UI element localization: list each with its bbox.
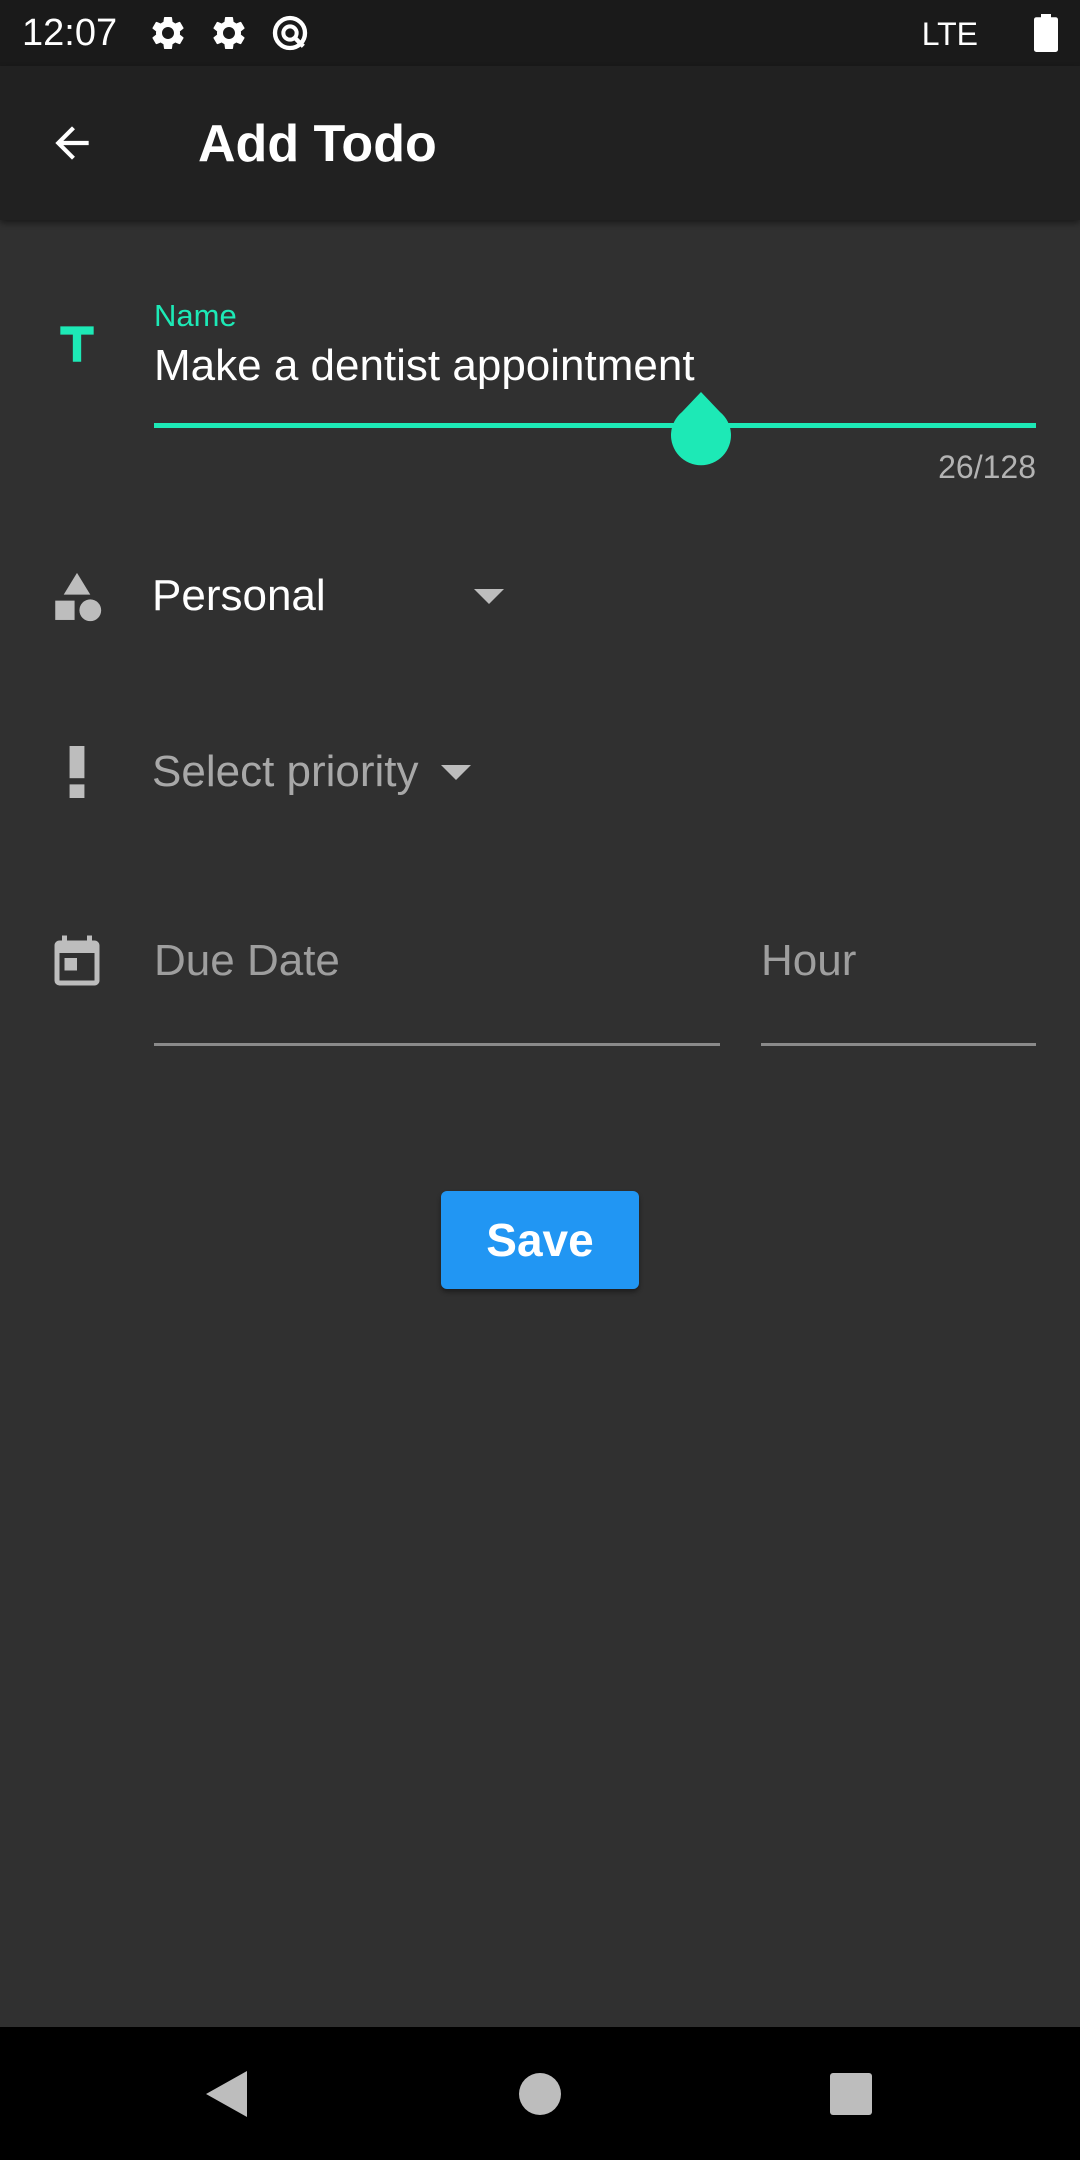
name-input[interactable]: Make a dentist appointment <box>154 340 695 392</box>
category-shapes-icon <box>44 564 110 630</box>
name-field-underline <box>154 423 1036 428</box>
category-dropdown[interactable]: Personal <box>152 570 504 622</box>
back-triangle-icon <box>206 2071 247 2117</box>
calendar-icon <box>44 930 110 996</box>
hour-placeholder: Hour <box>761 936 857 985</box>
recents-square-icon <box>830 2073 872 2115</box>
chevron-down-icon <box>440 764 471 780</box>
home-circle-icon <box>519 2073 561 2115</box>
nav-back-button[interactable] <box>183 2051 269 2137</box>
category-selected-value: Personal <box>152 571 326 620</box>
due-date-field[interactable]: Due Date <box>154 930 720 1046</box>
system-navigation-bar <box>0 2027 1080 2160</box>
character-counter: 26/128 <box>938 449 1036 485</box>
gear-icon <box>213 16 245 49</box>
gear-icon <box>152 16 184 49</box>
title-t-icon <box>44 310 110 376</box>
priority-dropdown[interactable]: Select priority <box>152 746 471 798</box>
text-cursor-handle[interactable] <box>670 392 732 466</box>
due-date-underline <box>154 1043 720 1046</box>
add-todo-screen: 12:07 LTE Add Todo Name Make a dentist a… <box>0 0 1080 2160</box>
nav-recents-button[interactable] <box>808 2051 894 2137</box>
hour-underline <box>761 1043 1036 1046</box>
chevron-down-icon <box>473 588 504 604</box>
status-time: 12:07 <box>22 12 118 54</box>
data-saver-icon <box>272 15 308 51</box>
hour-field[interactable]: Hour <box>761 930 1036 1046</box>
name-field-label: Name <box>154 298 237 333</box>
app-bar: Add Todo <box>0 66 1080 220</box>
priority-placeholder: Select priority <box>152 747 419 796</box>
network-type-label: LTE <box>921 16 978 52</box>
battery-icon <box>1034 14 1058 52</box>
status-bar: 12:07 LTE <box>0 0 1080 66</box>
page-title: Add Todo <box>198 115 437 173</box>
save-button[interactable]: Save <box>441 1191 639 1289</box>
arrow-back-icon <box>55 126 89 160</box>
back-button[interactable] <box>36 107 108 179</box>
due-date-placeholder: Due Date <box>154 936 340 985</box>
priority-exclamation-icon <box>44 739 110 805</box>
nav-home-button[interactable] <box>497 2051 583 2137</box>
